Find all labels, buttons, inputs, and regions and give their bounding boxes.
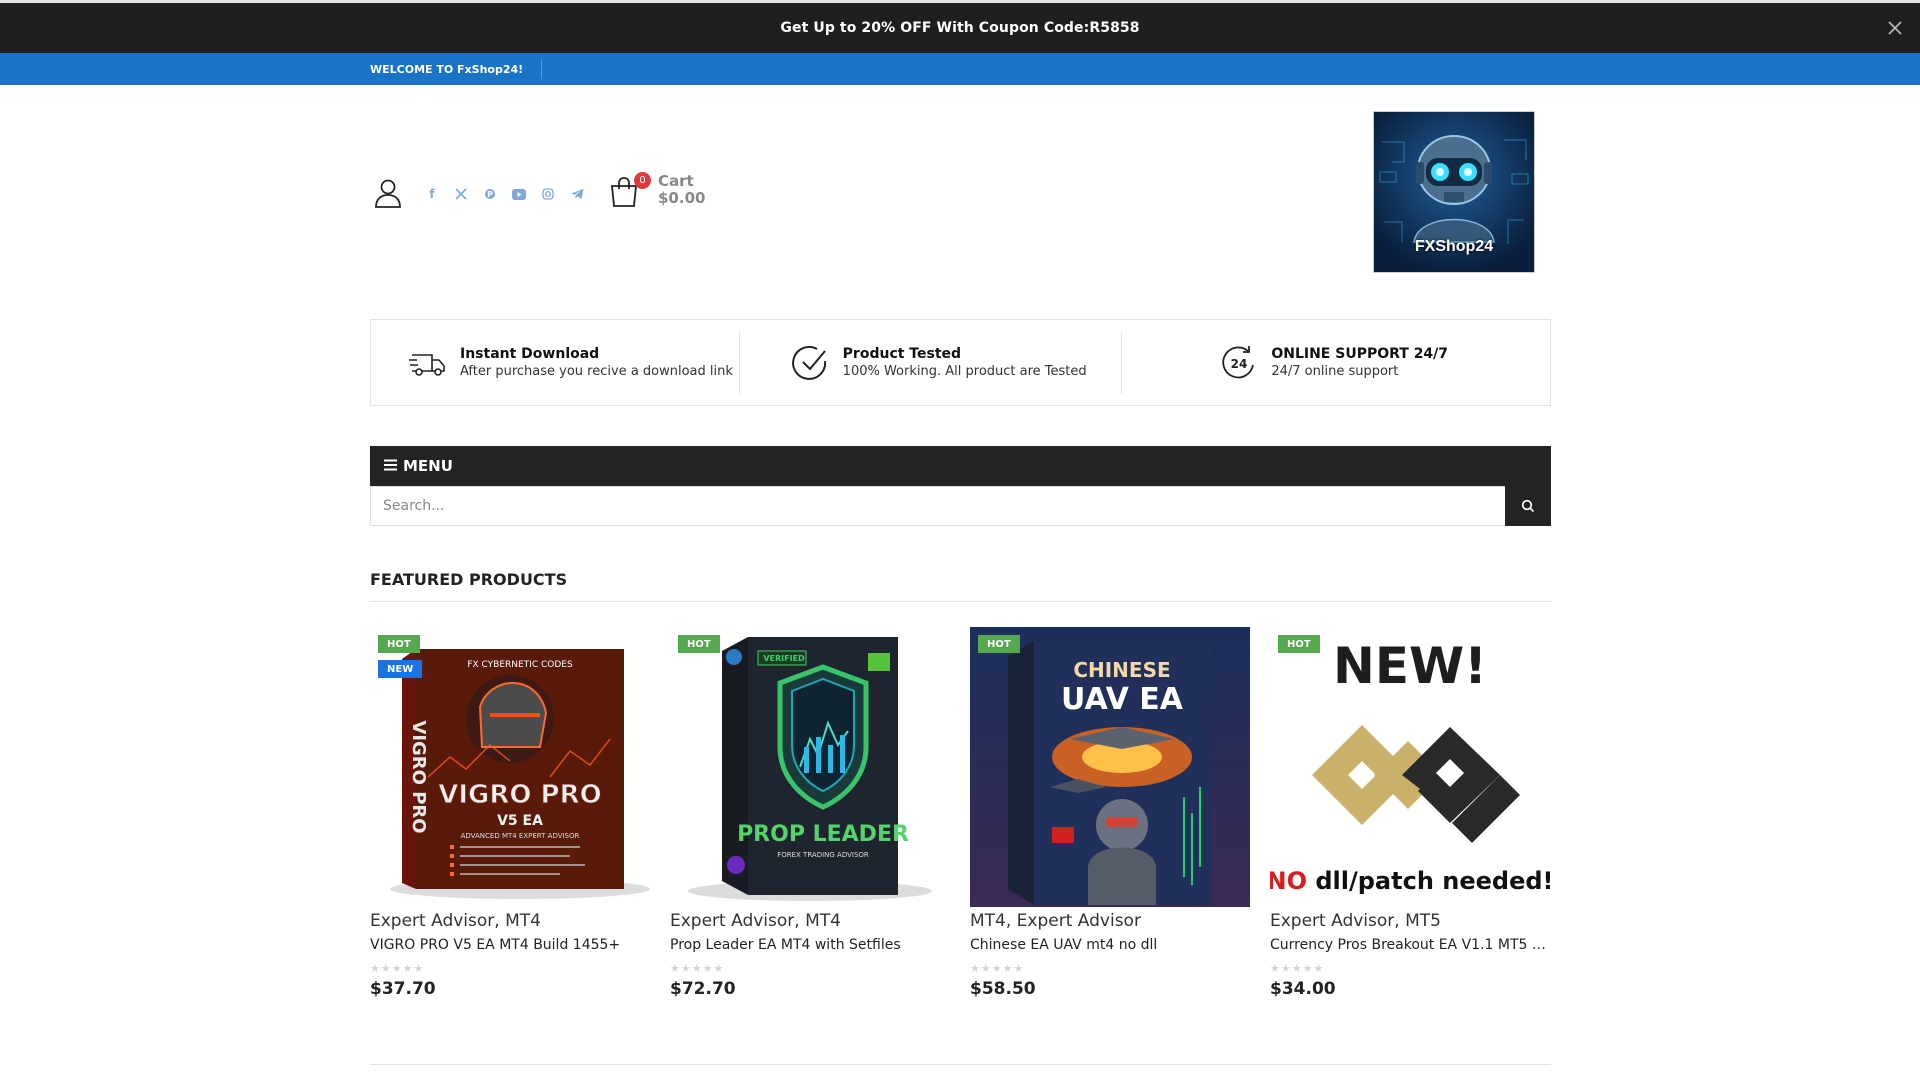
feature-online-support: 24 ONLINE SUPPORT 24/7 24/7 online suppo… <box>1121 320 1550 405</box>
feature-title: Product Tested <box>842 346 962 362</box>
product-image-text: NO <box>1270 867 1307 895</box>
product-category[interactable]: Expert Advisor, MT5 <box>1270 911 1550 931</box>
section-divider <box>370 601 1551 602</box>
product-card[interactable]: CHINESE UAV EA HOT MT4, Expert Advisor C… <box>970 627 1250 999</box>
section-title: FEATURED PRODUCTS <box>370 570 568 589</box>
cart-button[interactable]: 0 Cart $0.00 <box>608 172 705 208</box>
product-image[interactable]: CHINESE UAV EA HOT <box>970 627 1250 907</box>
product-image[interactable]: FX CYBERNETIC CODES VIGRO PRO V5 EA ADVA… <box>370 627 650 907</box>
close-icon[interactable] <box>1884 17 1906 39</box>
product-category[interactable]: MT4, Expert Advisor <box>970 911 1250 931</box>
youtube-icon[interactable] <box>507 182 531 206</box>
social-links: f P <box>420 182 589 206</box>
feature-subtitle: 100% Working. All product are Tested <box>842 364 1087 379</box>
feature-subtitle: 24/7 online support <box>1271 364 1399 379</box>
product-card[interactable]: FX CYBERNETIC CODES VIGRO PRO V5 EA ADVA… <box>370 627 650 999</box>
hot-badge: HOT <box>378 635 420 653</box>
feature-title: ONLINE SUPPORT 24/7 <box>1271 346 1449 362</box>
welcome-divider <box>541 59 542 79</box>
product-price: $34.00 <box>1270 979 1336 999</box>
facebook-icon[interactable]: f <box>420 182 444 206</box>
product-image-text: V5 EA <box>497 813 543 829</box>
cart-total: $0.00 <box>658 189 706 207</box>
menu-label: MENU <box>403 457 453 475</box>
product-price: $72.70 <box>670 979 736 999</box>
instagram-icon[interactable] <box>536 182 560 206</box>
product-price: $37.70 <box>370 979 436 999</box>
support-24-icon: 24 <box>1219 343 1259 383</box>
site-logo[interactable]: FXShop24 <box>1373 111 1535 273</box>
product-image-text: NEW! <box>1333 637 1487 695</box>
check-circle-icon <box>791 343 831 383</box>
pinterest-icon[interactable]: P <box>478 182 502 206</box>
hot-badge: HOT <box>678 635 720 653</box>
bottom-divider <box>370 1064 1551 1065</box>
hot-badge: HOT <box>978 635 1020 653</box>
shopping-bag-icon: 0 <box>608 172 651 208</box>
cart-count-badge: 0 <box>634 172 651 189</box>
product-image-text: VIGRO PRO <box>408 720 429 833</box>
telegram-icon[interactable] <box>565 182 589 206</box>
feature-instant-download: Instant Download After purchase you reci… <box>371 320 739 405</box>
product-card[interactable]: VERIFIED PROP LEADER FOREX TRADING ADVIS… <box>670 627 950 999</box>
promo-middle: With Coupon Code: <box>931 20 1090 36</box>
search-button[interactable] <box>1505 486 1551 526</box>
search-input[interactable] <box>371 487 1505 525</box>
promo-banner: Get Up to 20% OFF With Coupon Code: R585… <box>0 3 1920 53</box>
welcome-bar: WELCOME TO FxShop24! <box>0 53 1920 85</box>
product-price: $58.50 <box>970 979 1036 999</box>
search-bar <box>370 486 1551 526</box>
promo-prefix: Get Up to <box>780 20 862 36</box>
product-image-text: CHINESE <box>1073 658 1170 682</box>
cart-label: Cart <box>658 172 694 190</box>
product-image[interactable]: VERIFIED PROP LEADER FOREX TRADING ADVIS… <box>670 627 950 907</box>
feature-product-tested: Product Tested 100% Working. All product… <box>738 320 1122 405</box>
product-image-text: PROP LEADER <box>737 822 909 847</box>
product-image[interactable]: NEW! NO dll/patch needed! HOT <box>1270 627 1550 907</box>
product-image-text: dll/patch needed! <box>1307 867 1550 895</box>
search-icon <box>1521 499 1535 513</box>
new-badge: NEW <box>378 660 423 678</box>
product-category[interactable]: Expert Advisor, MT4 <box>370 911 650 931</box>
menu-toggle[interactable]: MENU <box>370 446 1551 486</box>
welcome-text: WELCOME TO FxShop24! <box>370 63 524 76</box>
product-image-text: VIGRO PRO <box>438 780 602 810</box>
cart-summary: Cart $0.00 <box>658 173 705 207</box>
rating-stars-icon: ★★★★★ <box>370 962 425 975</box>
x-twitter-icon[interactable] <box>449 182 473 206</box>
product-image-text: FOREX TRADING ADVISOR <box>777 851 869 859</box>
product-image-text: ADVANCED MT4 EXPERT ADVISOR <box>461 832 580 840</box>
product-name[interactable]: Currency Pros Breakout EA V1.1 MT5 N... <box>1270 937 1550 953</box>
promo-discount: 20% OFF <box>861 20 932 36</box>
svg-text:NO dll/patch needed!: NO dll/patch needed! <box>1270 867 1550 895</box>
rating-stars-icon: ★★★★★ <box>1270 962 1325 975</box>
promo-code: R5858 <box>1089 20 1140 36</box>
product-name[interactable]: VIGRO PRO V5 EA MT4 Build 1455+ <box>370 937 650 953</box>
product-name[interactable]: Chinese EA UAV mt4 no dll <box>970 937 1250 953</box>
rating-stars-icon: ★★★★★ <box>670 962 725 975</box>
svg-text:P: P <box>487 190 493 199</box>
product-image-text: UAV EA <box>1061 682 1184 717</box>
rating-stars-icon: ★★★★★ <box>970 962 1025 975</box>
hot-badge: HOT <box>1278 635 1320 653</box>
feature-subtitle: After purchase you recive a download lin… <box>460 364 733 379</box>
product-name[interactable]: Prop Leader EA MT4 with Setfiles <box>670 937 950 953</box>
product-image-text: VERIFIED <box>763 654 805 663</box>
product-card[interactable]: NEW! NO dll/patch needed! HOT Expert Adv… <box>1270 627 1550 999</box>
logo-text: FXShop24 <box>1414 238 1494 255</box>
features-strip: Instant Download After purchase you reci… <box>370 319 1551 406</box>
support-24-icon-text: 24 <box>1231 357 1248 371</box>
user-account-icon[interactable] <box>372 177 404 209</box>
feature-title: Instant Download <box>460 346 600 362</box>
product-category[interactable]: Expert Advisor, MT4 <box>670 911 950 931</box>
truck-icon <box>408 343 448 383</box>
product-image-text: FX CYBERNETIC CODES <box>467 660 573 670</box>
hamburger-icon <box>384 457 397 475</box>
